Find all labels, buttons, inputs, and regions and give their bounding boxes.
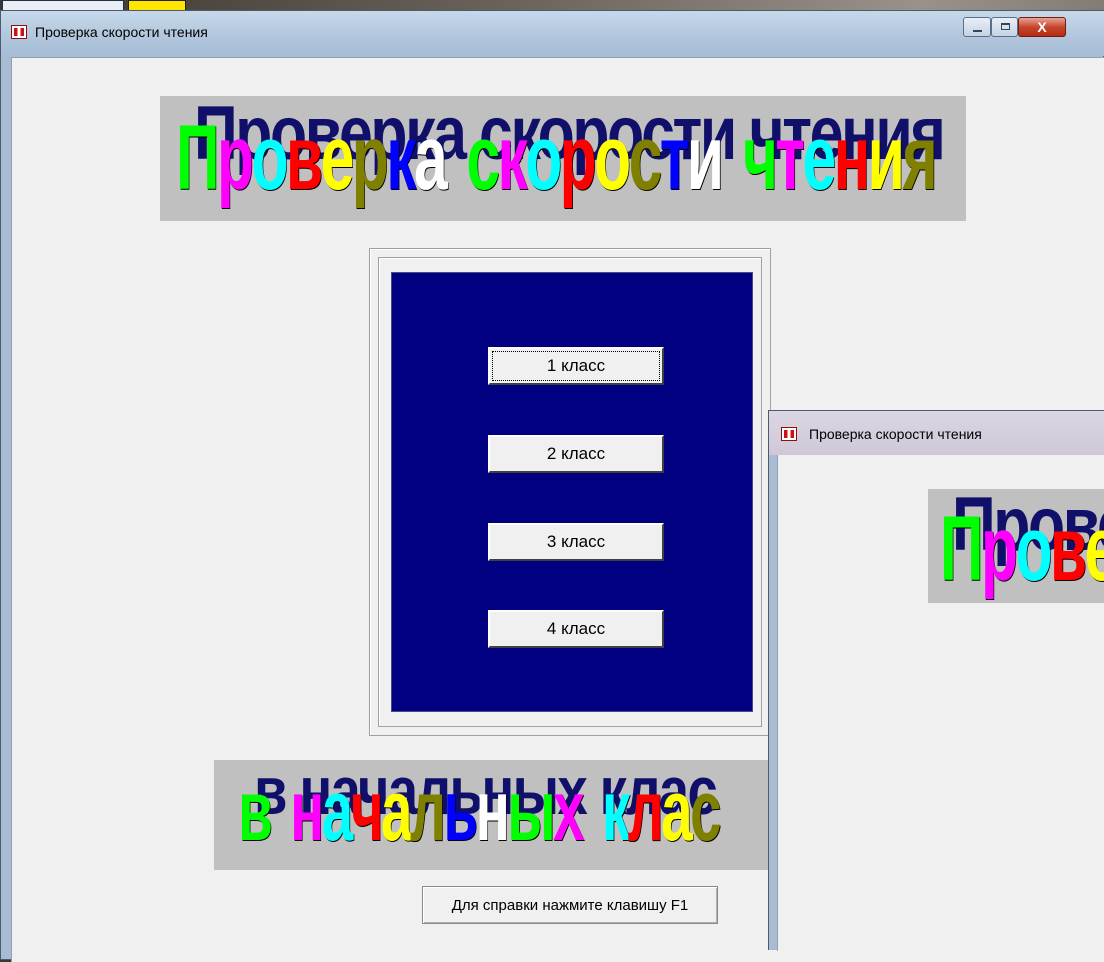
subtitle-banner-letter: л [627, 763, 664, 859]
title-banner-letter: т [775, 107, 805, 209]
maximize-button[interactable] [991, 17, 1018, 37]
second-title-banner: Прове Прове [928, 489, 1104, 603]
maximize-icon [1001, 23, 1010, 30]
subtitle-banner-letter: а [661, 763, 693, 859]
title-banner-letter: н [833, 107, 871, 209]
grade-panel-frame: 1 класс 2 класс 3 класс 4 класс [369, 248, 771, 736]
subtitle-banner: в начальных клас в начальных клас [214, 760, 784, 870]
title-banner-letter: ч [742, 107, 778, 209]
title-banner-letter: о [594, 107, 631, 209]
subtitle-banner-letter: н [290, 763, 324, 859]
second-window-title: Проверка скорости чтения [809, 426, 982, 442]
title-banner-letter [721, 106, 742, 211]
grade-4-button[interactable]: 4 класс [488, 610, 664, 648]
subtitle-banner-letter [270, 762, 290, 861]
grade-3-button[interactable]: 3 класс [488, 523, 664, 561]
main-window-title: Проверка скорости чтения [35, 24, 208, 40]
title-banner-letter: к [497, 107, 527, 209]
title-banner-letter: р [217, 107, 254, 209]
title-banner-letter: е [802, 107, 836, 209]
second-banner-text: Прове [940, 497, 1104, 602]
title-banner-letter: о [525, 107, 562, 209]
close-icon: X [1037, 19, 1047, 35]
title-banner-letter [445, 106, 466, 211]
subtitle-banner-letter: х [553, 763, 585, 859]
title-banner: Проверка скорости чтения Проверка скорос… [160, 96, 966, 221]
second-banner-letter: е [1085, 497, 1104, 602]
title-banner-letter: в [285, 107, 323, 209]
subtitle-banner-letter: с [690, 763, 722, 859]
second-window-client: Прове Прове [777, 455, 1104, 951]
subtitle-banner-letter: ы [507, 763, 555, 859]
subtitle-banner-letter: а [381, 763, 413, 859]
title-banner-text: Проверка скорости чтения [176, 106, 938, 211]
second-banner-letter: в [1049, 498, 1087, 600]
title-banner-letter: т [659, 107, 690, 209]
title-banner-letter: р [559, 107, 597, 209]
subtitle-banner-text: в начальных клас [238, 762, 722, 861]
title-banner-letter: р [351, 107, 389, 209]
title-banner-letter: к [386, 107, 416, 209]
title-banner-letter: я [902, 107, 937, 209]
subtitle-banner-letter: л [409, 763, 446, 859]
close-button[interactable]: X [1018, 17, 1066, 37]
subtitle-banner-letter [582, 762, 602, 861]
grade-1-button[interactable]: 1 класс [488, 347, 664, 385]
grade-2-button[interactable]: 2 класс [488, 435, 664, 473]
title-banner-letter: П [176, 107, 220, 209]
subtitle-banner-letter: к [601, 763, 630, 859]
minimize-icon [973, 30, 982, 32]
title-banner-letter: и [867, 107, 905, 209]
help-button[interactable]: Для справки нажмите клавишу F1 [422, 886, 718, 924]
second-window[interactable]: Проверка скорости чтения Прове Прове [768, 410, 1104, 951]
title-banner-letter: о [251, 107, 288, 209]
app-icon [11, 25, 27, 39]
second-banner-letter: р [981, 498, 1018, 600]
grade-panel-inner-frame: 1 класс 2 класс 3 класс 4 класс [378, 257, 762, 727]
second-app-icon [781, 427, 797, 441]
main-title-bar[interactable]: Проверка скорости чтения X [1, 11, 1104, 56]
second-banner-letter: П [940, 498, 984, 600]
title-banner-letter: и [686, 107, 724, 209]
title-banner-letter: с [628, 107, 663, 209]
subtitle-banner-letter: н [475, 763, 510, 859]
title-banner-letter: а [413, 107, 448, 209]
second-title-bar[interactable]: Проверка скорости чтения [769, 411, 1104, 455]
title-banner-letter: е [320, 107, 355, 209]
subtitle-banner-letter: ь [443, 763, 478, 859]
subtitle-banner-letter: ч [350, 763, 384, 859]
subtitle-banner-letter: в [238, 763, 273, 859]
second-banner-letter: о [1015, 498, 1052, 600]
grade-panel: 1 класс 2 класс 3 класс 4 класс [391, 272, 753, 712]
minimize-button[interactable] [963, 17, 991, 37]
title-banner-letter: с [466, 107, 500, 209]
subtitle-banner-letter: а [321, 763, 354, 859]
